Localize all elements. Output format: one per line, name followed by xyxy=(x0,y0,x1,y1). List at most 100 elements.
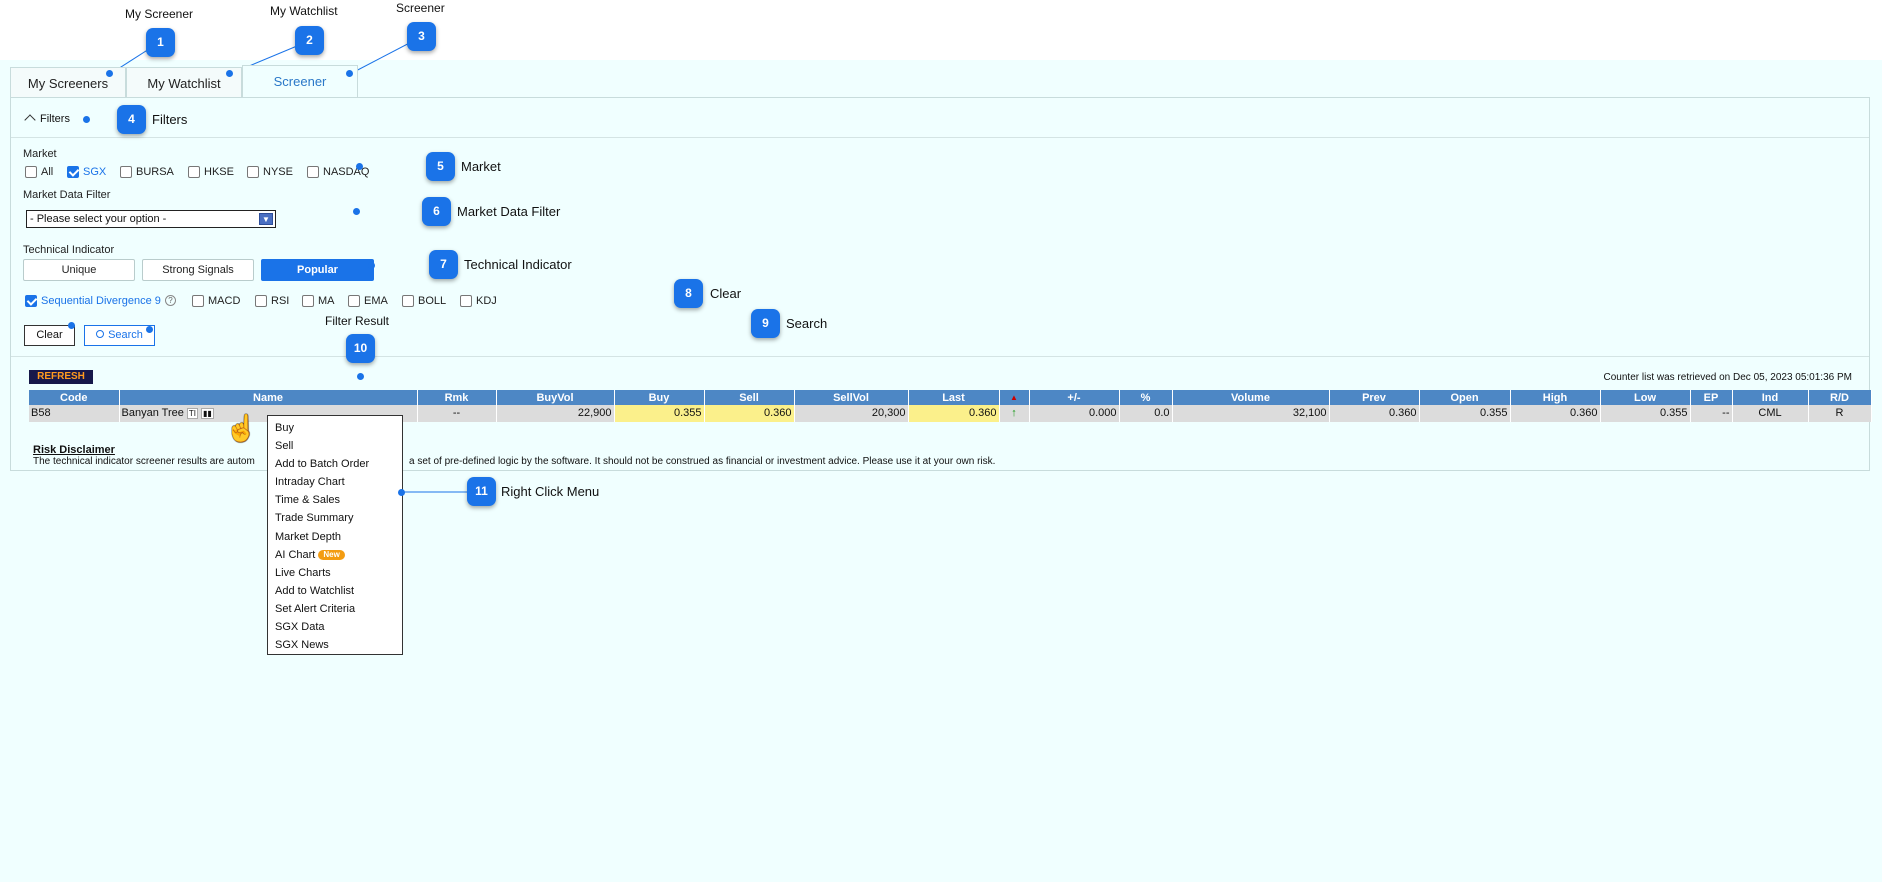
column-header-high[interactable]: High xyxy=(1510,390,1601,405)
menu-item-sgx-news[interactable]: SGX News xyxy=(268,636,402,654)
indicator-sequential-divergence-label: Sequential Divergence 9 xyxy=(41,295,161,307)
column-header-ep[interactable]: EP xyxy=(1690,390,1733,405)
column-header-code[interactable]: Code xyxy=(29,390,120,405)
menu-item-ai-chart[interactable]: AI Chart New xyxy=(268,546,402,564)
indicator-tab-strong-signals[interactable]: Strong Signals xyxy=(142,259,254,281)
market-nasdaq-checkbox[interactable] xyxy=(307,166,319,178)
clear-button[interactable]: Clear xyxy=(24,325,75,346)
menu-item-live-charts[interactable]: Live Charts xyxy=(268,564,402,582)
column-header-trend[interactable]: ▲ xyxy=(999,390,1030,405)
indicator-rsi-checkbox[interactable] xyxy=(255,295,267,307)
indicator-kdj-checkbox[interactable] xyxy=(460,295,472,307)
cell-buy[interactable]: 0.355 xyxy=(614,405,705,422)
annotation-label-clear: Clear xyxy=(710,286,742,301)
annotation-dot xyxy=(356,163,363,170)
market-data-filter-select[interactable]: - Please select your option - ▼ xyxy=(26,210,276,228)
market-all-label: All xyxy=(41,166,54,178)
chart-icon[interactable]: ▮▮ xyxy=(200,407,214,419)
filters-toggle[interactable]: Filters xyxy=(24,113,70,126)
indicator-ma-checkbox[interactable] xyxy=(302,295,314,307)
indicator-ema-label: EMA xyxy=(364,295,388,307)
menu-item-sgx-data[interactable]: SGX Data xyxy=(268,618,402,636)
annotation-label-right-click-menu: Right Click Menu xyxy=(501,484,600,499)
column-header-prev[interactable]: Prev xyxy=(1329,390,1420,405)
column-header-low[interactable]: Low xyxy=(1600,390,1691,405)
menu-item-trade-summary[interactable]: Trade Summary xyxy=(268,509,402,527)
menu-item-add-to-watchlist[interactable]: Add to Watchlist xyxy=(268,582,402,600)
tab-my-watchlist[interactable]: My Watchlist xyxy=(126,67,242,98)
risk-disclaimer-text: The technical indicator screener results… xyxy=(33,456,255,467)
market-nyse-checkbox[interactable] xyxy=(247,166,259,178)
annotation-label-search: Search xyxy=(786,316,828,331)
annotation-label-technical-indicator: Technical Indicator xyxy=(464,257,572,272)
annotation-label-screener: Screener xyxy=(396,1,445,15)
cell-last: 0.360 xyxy=(908,405,1000,422)
menu-item-ai-chart-label: AI Chart xyxy=(275,548,316,561)
column-header-change[interactable]: +/- xyxy=(1029,390,1120,405)
refresh-button[interactable]: REFRESH xyxy=(29,370,93,384)
search-button[interactable]: Search xyxy=(84,325,155,346)
annotation-dot xyxy=(357,373,364,380)
annotation-dot xyxy=(226,70,233,77)
market-data-filter-value: - Please select your option - xyxy=(30,213,167,225)
menu-item-market-depth[interactable]: Market Depth xyxy=(268,528,402,546)
column-header-last[interactable]: Last xyxy=(908,390,1000,405)
indicator-sequential-divergence-checkbox[interactable] xyxy=(25,295,37,307)
market-all-checkbox[interactable] xyxy=(25,166,37,178)
market-data-filter-label: Market Data Filter xyxy=(23,189,111,201)
column-header-ind[interactable]: Ind xyxy=(1732,390,1809,405)
column-header-sell[interactable]: Sell xyxy=(704,390,795,405)
column-header-sellvol[interactable]: SellVol xyxy=(794,390,909,405)
column-header-buy[interactable]: Buy xyxy=(614,390,705,405)
table-header-row: Code Name Rmk BuyVol Buy Sell SellVol La… xyxy=(29,390,1872,405)
indicator-boll-checkbox[interactable] xyxy=(402,295,414,307)
annotation-dot xyxy=(68,322,75,329)
column-header-name[interactable]: Name xyxy=(119,390,418,405)
cell-sell[interactable]: 0.360 xyxy=(704,405,795,422)
column-header-rmk[interactable]: Rmk xyxy=(417,390,497,405)
ti-tag[interactable]: TI xyxy=(186,407,198,419)
menu-item-buy[interactable]: Buy xyxy=(268,419,402,437)
indicator-ema-checkbox[interactable] xyxy=(348,295,360,307)
menu-item-time-and-sales[interactable]: Time & Sales xyxy=(268,491,402,509)
menu-item-set-alert-criteria[interactable]: Set Alert Criteria xyxy=(268,600,402,618)
menu-item-intraday-chart[interactable]: Intraday Chart xyxy=(268,473,402,491)
indicator-macd-checkbox[interactable] xyxy=(192,295,204,307)
divider xyxy=(11,137,1869,138)
help-icon[interactable]: ? xyxy=(165,295,176,306)
annotation-label-my-watchlist: My Watchlist xyxy=(270,4,338,18)
cell-low: 0.355 xyxy=(1600,405,1691,422)
column-header-pct[interactable]: % xyxy=(1119,390,1173,405)
annotation-dot xyxy=(353,208,360,215)
cell-change: 0.000 xyxy=(1029,405,1120,422)
column-header-buyvol[interactable]: BuyVol xyxy=(496,390,615,405)
annotation-label-filters: Filters xyxy=(152,112,188,127)
annotation-label-market-data-filter: Market Data Filter xyxy=(457,204,561,219)
annotation-dot xyxy=(146,326,153,333)
menu-item-add-to-batch-order[interactable]: Add to Batch Order xyxy=(268,455,402,473)
indicator-tab-popular[interactable]: Popular xyxy=(261,259,374,281)
tab-screener[interactable]: Screener xyxy=(242,65,358,99)
menu-item-sell[interactable]: Sell xyxy=(268,437,402,455)
column-header-volume[interactable]: Volume xyxy=(1172,390,1330,405)
hand-cursor-icon: ☝ xyxy=(225,413,258,443)
cell-prev: 0.360 xyxy=(1329,405,1420,422)
market-sgx-checkbox[interactable] xyxy=(67,166,79,178)
annotation-marker-2: 2 xyxy=(295,26,324,55)
market-bursa-label: BURSA xyxy=(136,166,174,178)
divider xyxy=(11,356,1869,357)
indicator-macd-label: MACD xyxy=(208,295,241,307)
indicator-tab-unique[interactable]: Unique xyxy=(23,259,135,281)
stock-name[interactable]: Banyan Tree xyxy=(122,407,184,419)
annotation-marker-1: 1 xyxy=(146,28,175,57)
cell-code[interactable]: B58 xyxy=(29,405,120,422)
cell-ind: CML xyxy=(1732,405,1809,422)
annotation-marker-3: 3 xyxy=(407,22,436,51)
market-hkse-checkbox[interactable] xyxy=(188,166,200,178)
column-header-open[interactable]: Open xyxy=(1419,390,1511,405)
search-button-label: Search xyxy=(108,329,143,341)
indicator-boll-label: BOLL xyxy=(418,295,447,307)
annotation-label-my-screener: My Screener xyxy=(125,7,194,21)
market-bursa-checkbox[interactable] xyxy=(120,166,132,178)
column-header-rd[interactable]: R/D xyxy=(1808,390,1872,405)
